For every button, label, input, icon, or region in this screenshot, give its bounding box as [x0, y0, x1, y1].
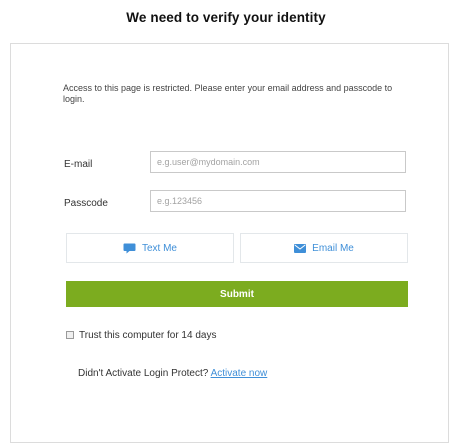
- email-me-label: Email Me: [312, 242, 354, 254]
- text-me-button[interactable]: Text Me: [66, 233, 234, 263]
- chat-bubble-icon: [123, 243, 136, 254]
- trust-checkbox[interactable]: [66, 331, 74, 339]
- trust-label: Trust this computer for 14 days: [79, 330, 217, 341]
- envelope-icon: [294, 243, 307, 253]
- passcode-label: Passcode: [64, 198, 108, 209]
- email-label: E-mail: [64, 159, 93, 170]
- passcode-field[interactable]: [150, 190, 406, 212]
- activate-footer: Didn't Activate Login Protect? Activate …: [78, 368, 267, 379]
- activate-prompt: Didn't Activate Login Protect?: [78, 368, 209, 379]
- email-me-button[interactable]: Email Me: [240, 233, 408, 263]
- page-title: We need to verify your identity: [126, 10, 326, 25]
- intro-text: Access to this page is restricted. Pleas…: [63, 83, 393, 104]
- activate-now-link[interactable]: Activate now: [211, 368, 268, 379]
- email-field[interactable]: [150, 151, 406, 173]
- submit-button[interactable]: Submit: [66, 281, 408, 307]
- text-me-label: Text Me: [141, 242, 177, 254]
